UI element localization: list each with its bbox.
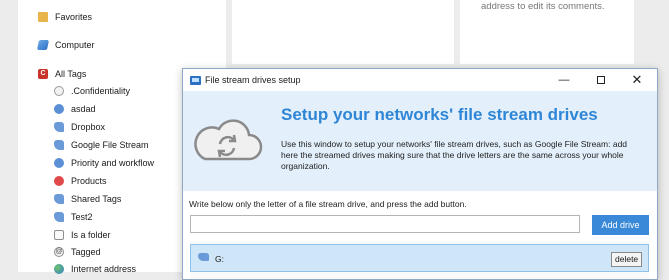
blue-dot-icon (54, 104, 64, 114)
dialog-description: Use this window to setup your networks' … (281, 139, 628, 171)
tag-label: Google File Stream (71, 140, 149, 150)
comments-hint: address to edit its comments. (481, 1, 605, 12)
tag-item-test2[interactable]: Test2 (54, 210, 93, 224)
list-item[interactable]: G: delete (190, 244, 649, 272)
blue-dot-icon (54, 158, 64, 168)
app-window-icon (190, 76, 201, 85)
minimize-button[interactable]: — (548, 69, 580, 91)
tag-label: Is a folder (71, 230, 111, 240)
close-button[interactable]: ✕ (621, 69, 653, 91)
cloud-drive-icon (54, 194, 64, 204)
tag-label: Tagged (71, 247, 101, 257)
tag-label: Test2 (71, 212, 93, 222)
tag-item-shared-tags[interactable]: Shared Tags (54, 192, 121, 206)
maximize-icon (597, 76, 605, 84)
radio-icon (54, 86, 64, 96)
dialog-title: File stream drives setup (205, 75, 301, 85)
red-dot-icon (54, 176, 64, 186)
file-stream-dialog: File stream drives setup — ✕ Setup your … (182, 68, 658, 280)
add-drive-button[interactable]: Add drive (592, 215, 649, 235)
comments-panel: address to edit its comments. (460, 0, 634, 64)
sidebar-item-label: All Tags (55, 69, 87, 79)
tag-label: Shared Tags (71, 194, 122, 204)
tag-label: Priority and workflow (71, 158, 155, 168)
tag-label: asdad (71, 104, 96, 114)
dialog-banner: Setup your networks' file stream drives … (183, 91, 657, 191)
maximize-button[interactable] (585, 69, 617, 91)
tag-item-priority-and-workflow[interactable]: Priority and workflow (54, 156, 154, 170)
sidebar-item-computer[interactable]: Computer (36, 38, 95, 52)
tag-item-asdad[interactable]: asdad (54, 102, 96, 116)
computer-icon (36, 40, 50, 50)
instruction-text: Write below only the letter of a file st… (189, 199, 467, 209)
close-icon: ✕ (631, 72, 643, 87)
cloud-drive-icon (54, 122, 64, 132)
sidebar-item-favorites[interactable]: Favorites (38, 10, 92, 24)
sidebar-item-all-tags[interactable]: C All Tags (38, 67, 86, 81)
checkbox-icon (54, 230, 64, 240)
tag-label: Products (71, 176, 107, 186)
drive-label: G: (215, 254, 224, 264)
dialog-titlebar[interactable]: File stream drives setup — ✕ (183, 69, 657, 91)
cloud-drive-icon (54, 212, 64, 222)
minimize-icon: — (558, 74, 570, 86)
folder-icon (38, 12, 48, 22)
tag-item-products[interactable]: Products (54, 174, 107, 188)
tag-item-tagged[interactable]: @ Tagged (54, 245, 101, 259)
tag-item-internet-address[interactable]: Internet address (54, 262, 136, 276)
drive-letter-input[interactable] (190, 215, 580, 233)
tag-c-icon: C (38, 69, 48, 79)
drive-list: G: delete (190, 241, 649, 279)
cloud-drive-icon (198, 253, 209, 261)
tag-item-dropbox[interactable]: Dropbox (54, 120, 105, 134)
globe-icon (54, 264, 64, 274)
middle-panel (232, 0, 454, 64)
dialog-heading: Setup your networks' file stream drives (281, 105, 598, 124)
sidebar-item-label: Computer (55, 40, 95, 50)
tag-label: Internet address (71, 264, 137, 274)
cloud-drive-icon (54, 140, 64, 150)
cloud-sync-icon (194, 119, 263, 161)
at-icon: @ (54, 247, 64, 257)
tag-item-is-a-folder[interactable]: Is a folder (54, 228, 111, 242)
tag-label: .Confidentiality (71, 86, 131, 96)
tag-item-confidentiality[interactable]: .Confidentiality (54, 84, 130, 98)
tag-item-google-file-stream[interactable]: Google File Stream (54, 138, 149, 152)
tag-label: Dropbox (71, 122, 106, 132)
delete-button[interactable]: delete (611, 252, 643, 267)
sidebar-item-label: Favorites (55, 12, 93, 22)
